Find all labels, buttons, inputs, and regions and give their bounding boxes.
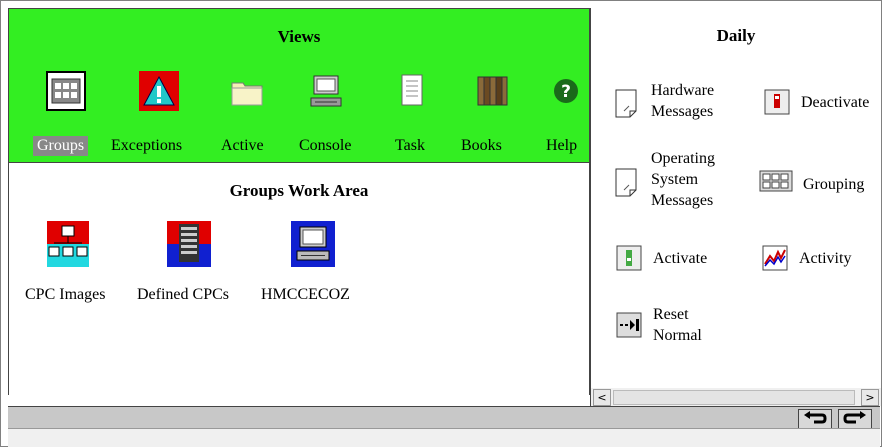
task-activity-label: Activity xyxy=(799,249,852,267)
cpc-images-icon xyxy=(47,221,89,272)
task-os-messages-line1: Operating xyxy=(651,150,715,167)
view-label-active[interactable]: Active xyxy=(221,137,264,155)
forward-button[interactable] xyxy=(838,409,872,429)
view-label-console[interactable]: Console xyxy=(299,137,351,155)
task-os-messages-line3: Messages xyxy=(651,192,714,209)
task-os-messages[interactable]: Operating System Messages xyxy=(613,148,715,211)
task-reset-normal[interactable]: Reset Normal xyxy=(615,304,702,346)
bottom-edge xyxy=(8,428,880,447)
work-item-defined-cpcs[interactable] xyxy=(167,221,211,272)
task-grouping-label: Grouping xyxy=(803,175,865,193)
work-label-hmccecoz[interactable]: HMCCECOZ xyxy=(261,286,350,304)
back-arrow-icon xyxy=(804,411,827,424)
message-icon xyxy=(613,87,641,118)
view-active[interactable] xyxy=(212,71,282,111)
folder-icon xyxy=(227,71,267,111)
view-task[interactable] xyxy=(377,71,447,111)
task-hardware-messages-line2: Messages xyxy=(651,103,714,120)
task-reset-normal-line2: Normal xyxy=(653,327,702,344)
work-item-cpc-images[interactable] xyxy=(47,221,89,272)
view-label-help[interactable]: Help xyxy=(546,137,577,155)
view-groups[interactable] xyxy=(31,70,101,112)
console-icon xyxy=(306,71,346,111)
work-item-hmccecoz[interactable] xyxy=(291,221,335,272)
task-activity[interactable]: Activity xyxy=(761,244,851,272)
message-icon xyxy=(613,166,641,196)
forward-arrow-icon xyxy=(843,411,866,424)
scroll-right-button[interactable]: > xyxy=(861,389,879,406)
task-deactivate-label: Deactivate xyxy=(801,93,870,111)
task-hardware-messages[interactable]: Hardware Messages xyxy=(613,80,714,122)
scroll-thumb[interactable] xyxy=(613,390,855,405)
groups-icon xyxy=(45,70,87,112)
daily-horizontal-scrollbar[interactable]: < > xyxy=(590,388,881,406)
back-button[interactable] xyxy=(798,409,832,429)
view-console[interactable] xyxy=(291,71,361,111)
task-reset-normal-line1: Reset xyxy=(653,306,689,323)
views-panel: Views Groups Exceptions Active Console T… xyxy=(8,8,590,163)
work-label-defined-cpcs[interactable]: Defined CPCs xyxy=(137,286,229,304)
deactivate-icon xyxy=(763,88,791,116)
task-icon xyxy=(392,71,432,111)
view-books[interactable] xyxy=(457,71,527,111)
daily-title: Daily xyxy=(716,26,756,45)
activity-icon xyxy=(761,244,789,272)
exceptions-icon xyxy=(139,71,179,111)
scroll-left-button[interactable]: < xyxy=(593,389,611,406)
defined-cpcs-icon xyxy=(167,221,211,272)
reset-normal-icon xyxy=(615,311,643,339)
grouping-icon xyxy=(759,170,793,198)
status-bar xyxy=(8,406,880,429)
view-label-books[interactable]: Books xyxy=(461,137,502,155)
task-activate[interactable]: Activate xyxy=(615,244,707,272)
activate-icon xyxy=(615,244,643,272)
help-icon: ? xyxy=(546,71,586,111)
view-label-task[interactable]: Task xyxy=(395,137,425,155)
hmc-console-icon xyxy=(291,221,335,272)
task-deactivate[interactable]: Deactivate xyxy=(763,88,869,116)
books-icon xyxy=(472,71,512,111)
task-grouping[interactable]: Grouping xyxy=(759,170,864,198)
task-os-messages-line2: System xyxy=(651,171,699,188)
work-area-title: Groups Work Area xyxy=(229,181,369,200)
task-activate-label: Activate xyxy=(653,249,708,267)
task-hardware-messages-line1: Hardware xyxy=(651,82,715,99)
view-label-groups[interactable]: Groups xyxy=(33,136,89,156)
view-label-exceptions[interactable]: Exceptions xyxy=(111,137,182,155)
groups-work-area: Groups Work Area CPC Images Defined CPCs… xyxy=(8,163,590,395)
svg-text:?: ? xyxy=(561,82,571,102)
view-exceptions[interactable] xyxy=(124,71,194,111)
views-title: Views xyxy=(277,27,321,46)
work-label-cpc-images[interactable]: CPC Images xyxy=(25,286,105,304)
daily-tasks-panel: Daily Hardware Messages Deactivate Opera… xyxy=(590,8,881,388)
